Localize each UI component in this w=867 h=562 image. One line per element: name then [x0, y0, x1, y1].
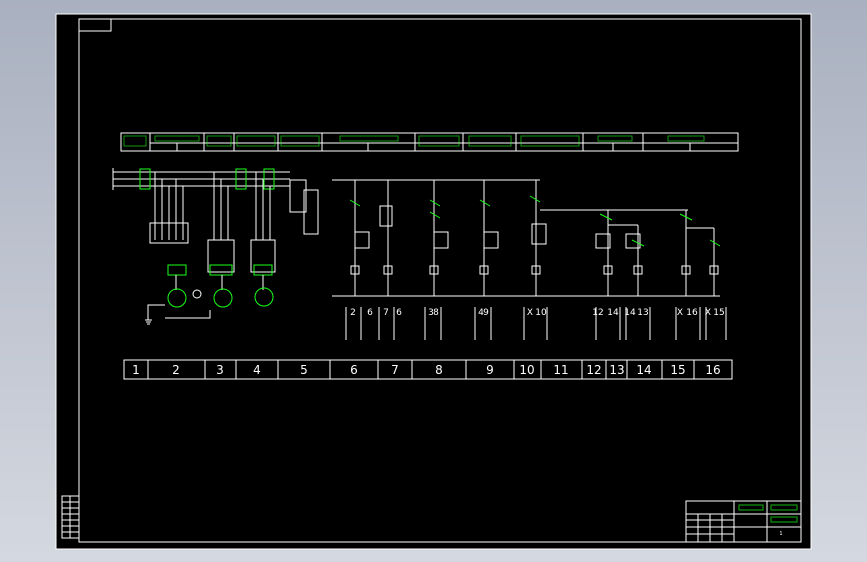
sheet-number: 1	[779, 531, 782, 537]
column-number-5: 5	[300, 363, 308, 377]
column-number-16: 16	[705, 363, 720, 377]
column-number-11: 11	[553, 363, 568, 377]
xref-8: 8	[433, 308, 439, 318]
column-number-6: 6	[350, 363, 358, 377]
column-number-13: 13	[609, 363, 624, 377]
column-number-10: 10	[519, 363, 534, 377]
xref-14-a: 14	[607, 308, 619, 318]
column-number-1: 1	[132, 363, 140, 377]
xref-14-b: 14	[624, 308, 636, 318]
xref-7-b: 7	[383, 308, 389, 318]
xref-10: 10	[535, 308, 547, 318]
column-number-9: 9	[486, 363, 494, 377]
xref-x-10: X	[527, 308, 533, 318]
column-number-8: 8	[435, 363, 443, 377]
xref-15: 15	[713, 308, 724, 318]
column-number-2: 2	[172, 363, 180, 377]
xref-9: 9	[483, 308, 489, 318]
column-number-14: 14	[636, 363, 651, 377]
xref-12: 12	[592, 308, 603, 318]
xref-6-b: 6	[396, 308, 402, 318]
column-number-12: 12	[586, 363, 601, 377]
column-number-4: 4	[253, 363, 261, 377]
xref-2-a: 2	[350, 308, 356, 318]
xref-x-16: X	[677, 308, 683, 318]
drawing-canvas: 2 6 7 6 3 8 4 9 X 10 12 14 14 13 X 16 X …	[55, 13, 812, 550]
xref-6-a: 6	[367, 308, 373, 318]
xref-13: 13	[637, 308, 648, 318]
column-number-15: 15	[670, 363, 685, 377]
xref-16: 16	[686, 308, 698, 318]
column-number-7: 7	[391, 363, 399, 377]
column-number-3: 3	[216, 363, 224, 377]
xref-x-15: X	[705, 308, 711, 318]
